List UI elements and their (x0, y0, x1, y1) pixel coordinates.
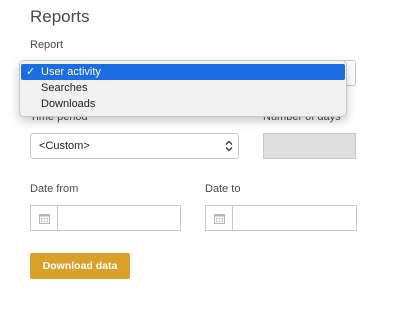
time-period-select[interactable]: <Custom> (30, 133, 239, 159)
report-option-user-activity[interactable]: ✓ User activity (21, 64, 345, 80)
calendar-icon[interactable] (31, 206, 58, 230)
date-to-field[interactable] (205, 205, 357, 231)
download-data-button[interactable]: Download data (30, 253, 130, 279)
calendar-icon[interactable] (206, 206, 233, 230)
checkmark-icon: ✓ (26, 66, 36, 78)
report-option-downloads[interactable]: Downloads (21, 96, 345, 112)
report-option-label: Downloads (41, 98, 96, 110)
report-option-label: User activity (41, 66, 101, 78)
report-option-searches[interactable]: Searches (21, 80, 345, 96)
up-down-chevron-icon (225, 140, 233, 152)
report-label: Report (30, 39, 64, 51)
time-period-value: <Custom> (39, 140, 90, 152)
date-to-input[interactable] (233, 206, 356, 230)
date-from-label: Date from (30, 183, 79, 195)
date-to-label: Date to (205, 183, 241, 195)
date-from-field[interactable] (30, 205, 181, 231)
report-option-label: Searches (41, 82, 88, 94)
report-dropdown-menu[interactable]: ✓ User activity Searches Downloads (19, 60, 347, 117)
page-title: Reports (30, 7, 90, 26)
date-from-input[interactable] (58, 206, 180, 230)
number-of-days-field (263, 133, 356, 159)
